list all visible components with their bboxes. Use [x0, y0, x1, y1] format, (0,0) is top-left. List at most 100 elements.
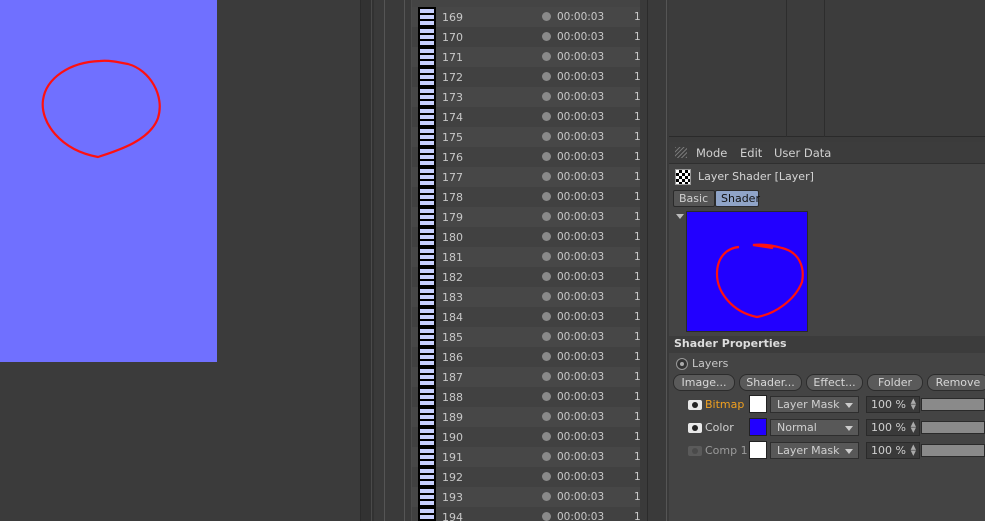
- eye-icon[interactable]: [688, 446, 702, 456]
- frame-time: 00:00:03: [557, 91, 605, 103]
- list-item[interactable]: 181 00:00:03 1: [412, 247, 640, 267]
- status-dot-icon[interactable]: [542, 372, 551, 381]
- panel-divider[interactable]: [360, 0, 374, 521]
- film-strip-icon: [418, 167, 436, 187]
- list-item[interactable]: 189 00:00:03 1: [412, 407, 640, 427]
- list-item[interactable]: 187 00:00:03 1: [412, 367, 640, 387]
- status-dot-icon[interactable]: [542, 252, 551, 261]
- spinner-icon[interactable]: ▲ ▼: [911, 398, 916, 411]
- layer-row[interactable]: Comp 1 Layer Mask 100 % ▲ ▼: [669, 440, 985, 462]
- spinner-icon[interactable]: ▲ ▼: [911, 421, 916, 434]
- list-item[interactable]: 190 00:00:03 1: [412, 427, 640, 447]
- collapse-arrow-icon[interactable]: [676, 214, 684, 219]
- list-item[interactable]: 178 00:00:03 1: [412, 187, 640, 207]
- layer-name[interactable]: Color: [705, 421, 734, 434]
- status-dot-icon[interactable]: [542, 392, 551, 401]
- list-item[interactable]: 185 00:00:03 1: [412, 327, 640, 347]
- status-dot-icon[interactable]: [542, 472, 551, 481]
- list-item[interactable]: 173 00:00:03 1: [412, 87, 640, 107]
- folder-button[interactable]: Folder: [867, 374, 923, 391]
- status-dot-icon[interactable]: [542, 452, 551, 461]
- status-dot-icon[interactable]: [542, 192, 551, 201]
- layers-radio[interactable]: [676, 358, 688, 370]
- layer-name[interactable]: Comp 1: [705, 444, 748, 457]
- opacity-slider[interactable]: [921, 398, 985, 411]
- list-item[interactable]: 174 00:00:03 1: [412, 107, 640, 127]
- list-item[interactable]: 176 00:00:03 1: [412, 147, 640, 167]
- opacity-field[interactable]: 100 % ▲ ▼: [866, 442, 920, 459]
- tab-shader[interactable]: Shader: [715, 190, 760, 207]
- image-button[interactable]: Image...: [673, 374, 735, 391]
- status-dot-icon[interactable]: [542, 212, 551, 221]
- object-title: Layer Shader [Layer]: [698, 170, 814, 183]
- status-dot-icon[interactable]: [542, 412, 551, 421]
- status-dot-icon[interactable]: [542, 12, 551, 21]
- status-dot-icon[interactable]: [542, 312, 551, 321]
- menu-user-data[interactable]: User Data: [774, 146, 831, 160]
- list-item[interactable]: 180 00:00:03 1: [412, 227, 640, 247]
- list-item[interactable]: 182 00:00:03 1: [412, 267, 640, 287]
- status-dot-icon[interactable]: [542, 232, 551, 241]
- viewport-canvas[interactable]: [0, 0, 217, 362]
- status-dot-icon[interactable]: [542, 132, 551, 141]
- status-dot-icon[interactable]: [542, 332, 551, 341]
- list-item[interactable]: 183 00:00:03 1: [412, 287, 640, 307]
- menu-mode[interactable]: Mode: [696, 146, 727, 160]
- opacity-slider[interactable]: [921, 421, 985, 434]
- blend-mode-dropdown[interactable]: Normal: [770, 419, 859, 436]
- list-item[interactable]: 177 00:00:03 1: [412, 167, 640, 187]
- list-item[interactable]: 194 00:00:03 1: [412, 507, 640, 521]
- layer-row[interactable]: Bitmap Layer Mask 100 % ▲ ▼: [669, 394, 985, 416]
- film-strip-icon: [418, 347, 436, 367]
- list-item[interactable]: 192 00:00:03 1: [412, 467, 640, 487]
- list-item[interactable]: 186 00:00:03 1: [412, 347, 640, 367]
- remove-button[interactable]: Remove: [927, 374, 985, 391]
- list-item[interactable]: 193 00:00:03 1: [412, 487, 640, 507]
- status-dot-icon[interactable]: [542, 152, 551, 161]
- shader-button[interactable]: Shader...: [739, 374, 802, 391]
- list-item[interactable]: 172 00:00:03 1: [412, 67, 640, 87]
- drawn-stroke: [41, 59, 161, 159]
- menu-edit[interactable]: Edit: [740, 146, 762, 160]
- status-dot-icon[interactable]: [542, 492, 551, 501]
- list-item[interactable]: 184 00:00:03 1: [412, 307, 640, 327]
- layer-name[interactable]: Bitmap: [705, 398, 744, 411]
- frame-number: 187: [442, 371, 463, 384]
- opacity-field[interactable]: 100 % ▲ ▼: [866, 419, 920, 436]
- status-dot-icon[interactable]: [542, 272, 551, 281]
- panel-divider-right[interactable]: [640, 0, 669, 521]
- viewport-background: [0, 362, 217, 521]
- list-item[interactable]: 171 00:00:03 1: [412, 47, 640, 67]
- status-dot-icon[interactable]: [542, 172, 551, 181]
- status-dot-icon[interactable]: [542, 292, 551, 301]
- status-dot-icon[interactable]: [542, 432, 551, 441]
- blend-mode-dropdown[interactable]: Layer Mask: [770, 442, 859, 459]
- layer-swatch[interactable]: [749, 441, 767, 459]
- layer-swatch[interactable]: [749, 395, 767, 413]
- list-item[interactable]: 175 00:00:03 1: [412, 127, 640, 147]
- status-dot-icon[interactable]: [542, 352, 551, 361]
- blend-mode-dropdown[interactable]: Layer Mask: [770, 396, 859, 413]
- spinner-icon[interactable]: ▲ ▼: [911, 444, 916, 457]
- layer-row[interactable]: Color Normal 100 % ▲ ▼: [669, 417, 985, 439]
- tab-basic[interactable]: Basic: [673, 190, 715, 207]
- list-item[interactable]: 188 00:00:03 1: [412, 387, 640, 407]
- status-dot-icon[interactable]: [542, 112, 551, 121]
- status-dot-icon[interactable]: [542, 52, 551, 61]
- list-item[interactable]: 191 00:00:03 1: [412, 447, 640, 467]
- grip-icon[interactable]: [675, 147, 687, 158]
- status-dot-icon[interactable]: [542, 32, 551, 41]
- status-dot-icon[interactable]: [542, 92, 551, 101]
- list-item[interactable]: 179 00:00:03 1: [412, 207, 640, 227]
- list-item[interactable]: 170 00:00:03 1: [412, 27, 640, 47]
- eye-icon[interactable]: [688, 423, 702, 433]
- eye-icon[interactable]: [688, 400, 702, 410]
- list-item[interactable]: 169 00:00:03 1: [412, 7, 640, 27]
- opacity-field[interactable]: 100 % ▲ ▼: [866, 396, 920, 413]
- status-dot-icon[interactable]: [542, 512, 551, 521]
- layer-swatch[interactable]: [749, 418, 767, 436]
- top-right-panel: [669, 0, 985, 137]
- opacity-slider[interactable]: [921, 444, 985, 457]
- status-dot-icon[interactable]: [542, 72, 551, 81]
- effect-button[interactable]: Effect...: [806, 374, 863, 391]
